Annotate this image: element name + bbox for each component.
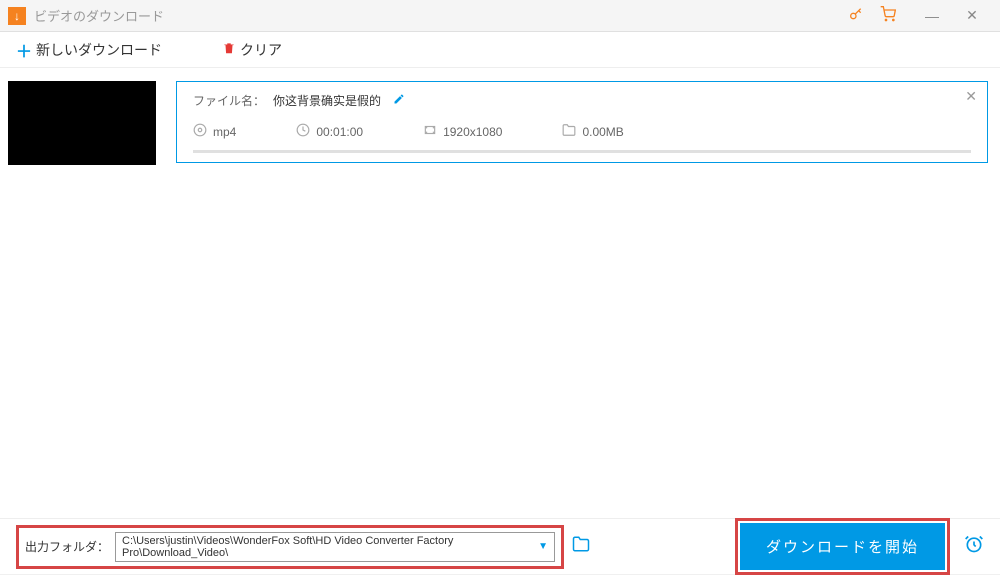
clear-label: クリア	[240, 40, 282, 60]
progress-bar	[193, 150, 971, 153]
toolbar: ＋ 新しいダウンロード クリア	[0, 32, 1000, 68]
titlebar-actions	[848, 6, 896, 25]
format-info: mp4	[193, 123, 236, 140]
start-download-button[interactable]: ダウンロードを開始	[740, 523, 945, 570]
output-folder-label: 出力フォルダ：	[25, 538, 109, 555]
folder-size-icon	[562, 123, 576, 140]
item-details: ✕ ファイル名： 你这背景确实是假的 mp4	[176, 81, 988, 163]
chevron-down-icon: ▼	[538, 541, 548, 552]
disc-icon	[193, 123, 207, 140]
clock-icon	[296, 123, 310, 140]
titlebar: ↓ ビデオのダウンロード — ✕	[0, 0, 1000, 32]
format-value: mp4	[213, 125, 236, 139]
resolution-value: 1920x1080	[443, 125, 502, 139]
trash-icon	[222, 41, 236, 58]
window-controls: — ✕	[912, 0, 992, 32]
plus-icon: ＋	[16, 38, 32, 62]
output-folder-dropdown[interactable]: C:\Users\justin\Videos\WonderFox Soft\HD…	[115, 532, 555, 562]
bottom-bar: 出力フォルダ： C:\Users\justin\Videos\WonderFox…	[0, 518, 1000, 574]
key-icon[interactable]	[848, 6, 864, 25]
schedule-icon[interactable]	[964, 534, 984, 559]
edit-icon[interactable]	[393, 93, 405, 108]
output-folder-group: 出力フォルダ： C:\Users\justin\Videos\WonderFox…	[16, 525, 564, 569]
duration-value: 00:01:00	[316, 125, 363, 139]
new-download-button[interactable]: ＋ 新しいダウンロード	[16, 38, 162, 62]
cart-icon[interactable]	[880, 6, 896, 25]
file-info-row: mp4 00:01:00 1920x1080	[193, 123, 971, 140]
remove-item-button[interactable]: ✕	[965, 88, 977, 105]
clear-button[interactable]: クリア	[222, 40, 282, 60]
download-button-highlight: ダウンロードを開始	[735, 518, 950, 575]
minimize-button[interactable]: —	[912, 0, 952, 32]
file-name-row: ファイル名： 你这背景确实是假的	[193, 92, 971, 109]
app-icon: ↓	[8, 7, 26, 25]
resolution-icon	[423, 123, 437, 140]
size-value: 0.00MB	[582, 125, 623, 139]
video-thumbnail	[8, 81, 156, 165]
close-button[interactable]: ✕	[952, 0, 992, 32]
window-title: ビデオのダウンロード	[34, 6, 848, 25]
resolution-info: 1920x1080	[423, 123, 502, 140]
size-info: 0.00MB	[562, 123, 623, 140]
browse-folder-icon[interactable]	[572, 535, 590, 558]
download-item: ✕ ファイル名： 你这背景确实是假的 mp4	[8, 81, 988, 165]
duration-info: 00:01:00	[296, 123, 363, 140]
output-folder-path: C:\Users\justin\Videos\WonderFox Soft\HD…	[122, 535, 538, 559]
new-download-label: 新しいダウンロード	[36, 40, 162, 60]
file-name-label: ファイル名：	[193, 92, 265, 109]
file-name-value: 你这背景确实是假的	[273, 92, 381, 109]
content-area: ✕ ファイル名： 你这背景确实是假的 mp4	[0, 68, 1000, 518]
